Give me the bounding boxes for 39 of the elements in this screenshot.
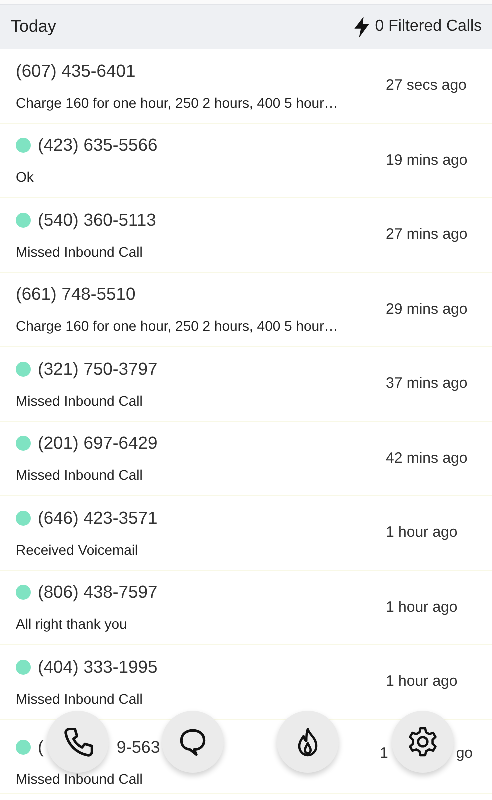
message-preview: All right thank you <box>16 616 128 632</box>
message-preview: Charge 160 for one hour, 250 2 hours, 400 5 hour… <box>16 94 340 111</box>
phone-number: (321) 750-3797 <box>38 358 158 380</box>
phone-number: (806) 438-7597 <box>38 582 158 604</box>
message-preview: Missed Inbound Call <box>16 392 144 409</box>
call-time: 29 mins ago <box>386 300 468 318</box>
phone-number-fragment: ( <box>38 737 44 758</box>
message-preview: Missed Inbound Call <box>16 244 144 260</box>
phone-number-fragment: 9-563 <box>116 738 160 758</box>
phone-number: (607) 435-6401 <box>16 60 136 82</box>
call-time: 27 mins ago <box>386 226 468 244</box>
message-preview: Received Voicemail <box>16 542 140 558</box>
call-time: 1 hour ago <box>386 524 458 542</box>
call-time: 37 mins ago <box>386 375 468 392</box>
chat-button[interactable] <box>162 711 224 773</box>
call-time-fragment: 1 <box>380 744 388 762</box>
fire-button[interactable] <box>277 711 339 773</box>
phone-number: (201) 697-6429 <box>38 433 158 454</box>
call-time: 1 hour ago <box>386 673 458 690</box>
message-preview: Charge 160 for one hour, 250 2 hours, 400 5 hour… <box>16 318 340 334</box>
phone-button[interactable] <box>47 711 109 773</box>
phone-number: (540) 360-5113 <box>38 210 156 231</box>
section-title: Today <box>11 17 56 37</box>
settings-icon <box>406 725 440 759</box>
message-preview: Missed Inbound Call <box>16 690 144 707</box>
message-preview: Missed Inbound Call <box>16 467 144 484</box>
call-time: 27 secs ago <box>386 77 467 94</box>
phone-number: (646) 423-3571 <box>38 508 158 529</box>
call-time: 42 mins ago <box>386 450 468 467</box>
message-preview: Missed Inbound Call <box>16 771 144 787</box>
phone-number: (423) 635-5566 <box>38 135 158 156</box>
call-time: 19 mins ago <box>386 152 468 169</box>
phone-number: (404) 333-1995 <box>38 656 158 678</box>
call-time-fragment: go <box>456 744 474 762</box>
filtered-calls-count[interactable]: 0 Filtered Calls <box>375 18 482 36</box>
settings-button[interactable] <box>392 711 454 773</box>
phone-number: (661) 748-5510 <box>16 284 136 306</box>
call-time: 1 hour ago <box>386 598 458 616</box>
message-preview: Ok <box>16 169 35 186</box>
